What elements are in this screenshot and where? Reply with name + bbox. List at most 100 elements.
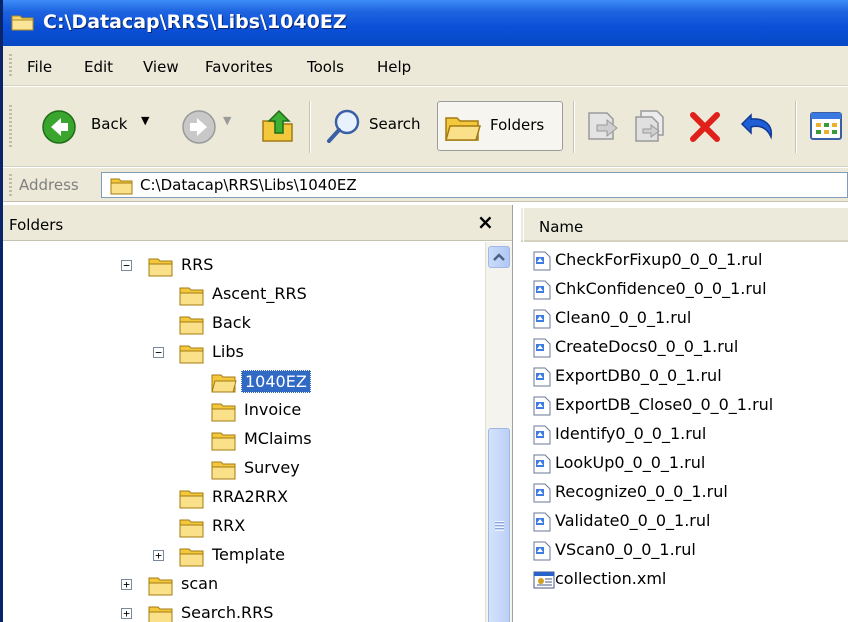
scroll-up-button[interactable] bbox=[488, 246, 510, 268]
move-to-icon bbox=[588, 112, 618, 140]
search-label: Search bbox=[369, 115, 421, 133]
address-input[interactable]: C:\Datacap\RRS\Libs\1040EZ bbox=[101, 172, 848, 198]
title-bar[interactable]: C:\Datacap\RRS\Libs\1040EZ bbox=[3, 0, 848, 46]
forward-arrow-icon bbox=[182, 110, 216, 144]
file-name: Recognize0_0_0_1.rul bbox=[555, 482, 728, 501]
rul-file-icon bbox=[533, 425, 551, 449]
rul-file-icon bbox=[533, 367, 551, 391]
folders-pane: Folders × RRS − Ascent_RRS Back Libs − 1040EZ I… bbox=[3, 205, 513, 622]
menubar-grip[interactable] bbox=[9, 54, 12, 78]
window-title: C:\Datacap\RRS\Libs\1040EZ bbox=[43, 11, 347, 33]
file-name: VScan0_0_0_1.rul bbox=[555, 540, 696, 559]
views-button[interactable] bbox=[805, 101, 848, 151]
rul-file-icon bbox=[533, 541, 551, 565]
up-folder-icon bbox=[262, 109, 293, 142]
copy-to-button[interactable] bbox=[631, 101, 671, 151]
rul-file-icon bbox=[533, 454, 551, 478]
back-arrow-icon bbox=[42, 110, 76, 144]
explorer-window: C:\Datacap\RRS\Libs\1040EZ File Edit Vie… bbox=[0, 0, 848, 622]
tree-node-label: scan bbox=[181, 574, 219, 593]
expand-toggle[interactable]: + bbox=[153, 550, 164, 561]
menu-tools[interactable]: Tools bbox=[307, 58, 344, 76]
file-name: Clean0_0_0_1.rul bbox=[555, 308, 692, 327]
chevron-up-icon bbox=[493, 253, 505, 261]
toolbar-grip[interactable] bbox=[9, 105, 12, 147]
file-list-pane: Name CheckForFixup0_0_0_1.rul ChkConfiden… bbox=[515, 205, 848, 622]
up-folder-button[interactable] bbox=[255, 101, 301, 151]
folders-button[interactable]: Folders bbox=[437, 101, 563, 151]
folders-label: Folders bbox=[490, 116, 545, 134]
rul-file-icon bbox=[533, 512, 551, 536]
rul-file-icon bbox=[533, 280, 551, 304]
delete-x-icon bbox=[690, 112, 720, 142]
scroll-thumb[interactable] bbox=[488, 428, 510, 622]
tree-node-label: MClaims bbox=[244, 429, 312, 448]
delete-button[interactable] bbox=[685, 101, 725, 151]
tree-node-label: Invoice bbox=[244, 400, 302, 419]
rul-file-icon bbox=[533, 338, 551, 362]
file-name: LookUp0_0_0_1.rul bbox=[555, 453, 706, 472]
forward-dropdown-icon: ▼ bbox=[223, 114, 232, 127]
file-name: CreateDocs0_0_0_1.rul bbox=[555, 337, 739, 356]
undo-icon bbox=[740, 113, 773, 140]
folder-icon bbox=[179, 343, 205, 369]
expand-toggle[interactable]: + bbox=[121, 579, 132, 590]
menu-file[interactable]: File bbox=[27, 58, 52, 76]
tree-node-label: Search.RRS bbox=[181, 603, 274, 622]
toolbar-separator bbox=[309, 101, 311, 153]
back-label: Back bbox=[91, 115, 128, 133]
collapse-toggle[interactable]: − bbox=[121, 260, 132, 271]
menu-bar: File Edit View Favorites Tools Help bbox=[3, 46, 848, 86]
file-name: ChkConfidence0_0_0_1.rul bbox=[555, 279, 767, 298]
folders-pane-title: Folders bbox=[9, 216, 64, 234]
folder-window-icon bbox=[11, 15, 34, 31]
file-name: Identify0_0_0_1.rul bbox=[555, 424, 707, 443]
addressbar-grip[interactable] bbox=[9, 174, 12, 196]
folder-icon bbox=[211, 401, 237, 427]
menu-view[interactable]: View bbox=[143, 58, 179, 76]
name-column-header[interactable]: Name bbox=[521, 208, 848, 242]
folder-icon bbox=[211, 430, 237, 456]
undo-button[interactable] bbox=[737, 101, 781, 151]
tree-scrollbar[interactable] bbox=[485, 242, 512, 622]
file-name: ExportDB0_0_0_1.rul bbox=[555, 366, 722, 385]
tree-node-label: Libs bbox=[212, 342, 244, 361]
search-button[interactable]: Search bbox=[319, 101, 429, 151]
address-bar: Address C:\Datacap\RRS\Libs\1040EZ bbox=[3, 168, 848, 202]
folder-icon bbox=[148, 604, 174, 622]
back-button[interactable]: Back ▼ bbox=[25, 101, 163, 151]
open-folder-icon bbox=[211, 372, 237, 398]
views-icon bbox=[810, 112, 842, 140]
file-name: CheckForFixup0_0_0_1.rul bbox=[555, 250, 763, 269]
folder-icon bbox=[148, 256, 174, 282]
folder-tree: RRS − Ascent_RRS Back Libs − 1040EZ Invoice MCla… bbox=[3, 242, 485, 622]
folder-icon bbox=[179, 488, 205, 514]
search-icon bbox=[327, 109, 360, 143]
folder-icon bbox=[179, 314, 205, 340]
tree-node-label: Template bbox=[212, 545, 286, 564]
tree-node-label: Ascent_RRS bbox=[212, 284, 307, 303]
expand-toggle[interactable]: + bbox=[121, 608, 132, 619]
copy-to-icon bbox=[635, 110, 664, 142]
move-to-button[interactable] bbox=[583, 101, 623, 151]
tree-node-label: RRS bbox=[181, 255, 214, 274]
folder-icon bbox=[179, 517, 205, 543]
file-name: collection.xml bbox=[555, 569, 667, 588]
toolbar-separator bbox=[573, 101, 575, 153]
toolbar: Back ▼ ▼ Search Folders bbox=[3, 87, 848, 167]
collapse-toggle[interactable]: − bbox=[153, 347, 164, 358]
menu-edit[interactable]: Edit bbox=[84, 58, 113, 76]
file-name: Validate0_0_0_1.rul bbox=[555, 511, 711, 530]
rul-file-icon bbox=[533, 251, 551, 275]
name-column-label: Name bbox=[539, 218, 584, 236]
tree-node-label: Back bbox=[212, 313, 251, 332]
rul-file-icon bbox=[533, 309, 551, 333]
menu-help[interactable]: Help bbox=[377, 58, 411, 76]
forward-button[interactable]: ▼ bbox=[175, 101, 241, 151]
menu-favorites[interactable]: Favorites bbox=[205, 58, 273, 76]
close-icon[interactable]: × bbox=[477, 210, 494, 234]
back-dropdown-icon[interactable]: ▼ bbox=[141, 114, 149, 127]
folder-icon bbox=[148, 575, 174, 601]
address-label: Address bbox=[19, 176, 79, 194]
folders-pane-header: Folders × bbox=[3, 205, 512, 241]
